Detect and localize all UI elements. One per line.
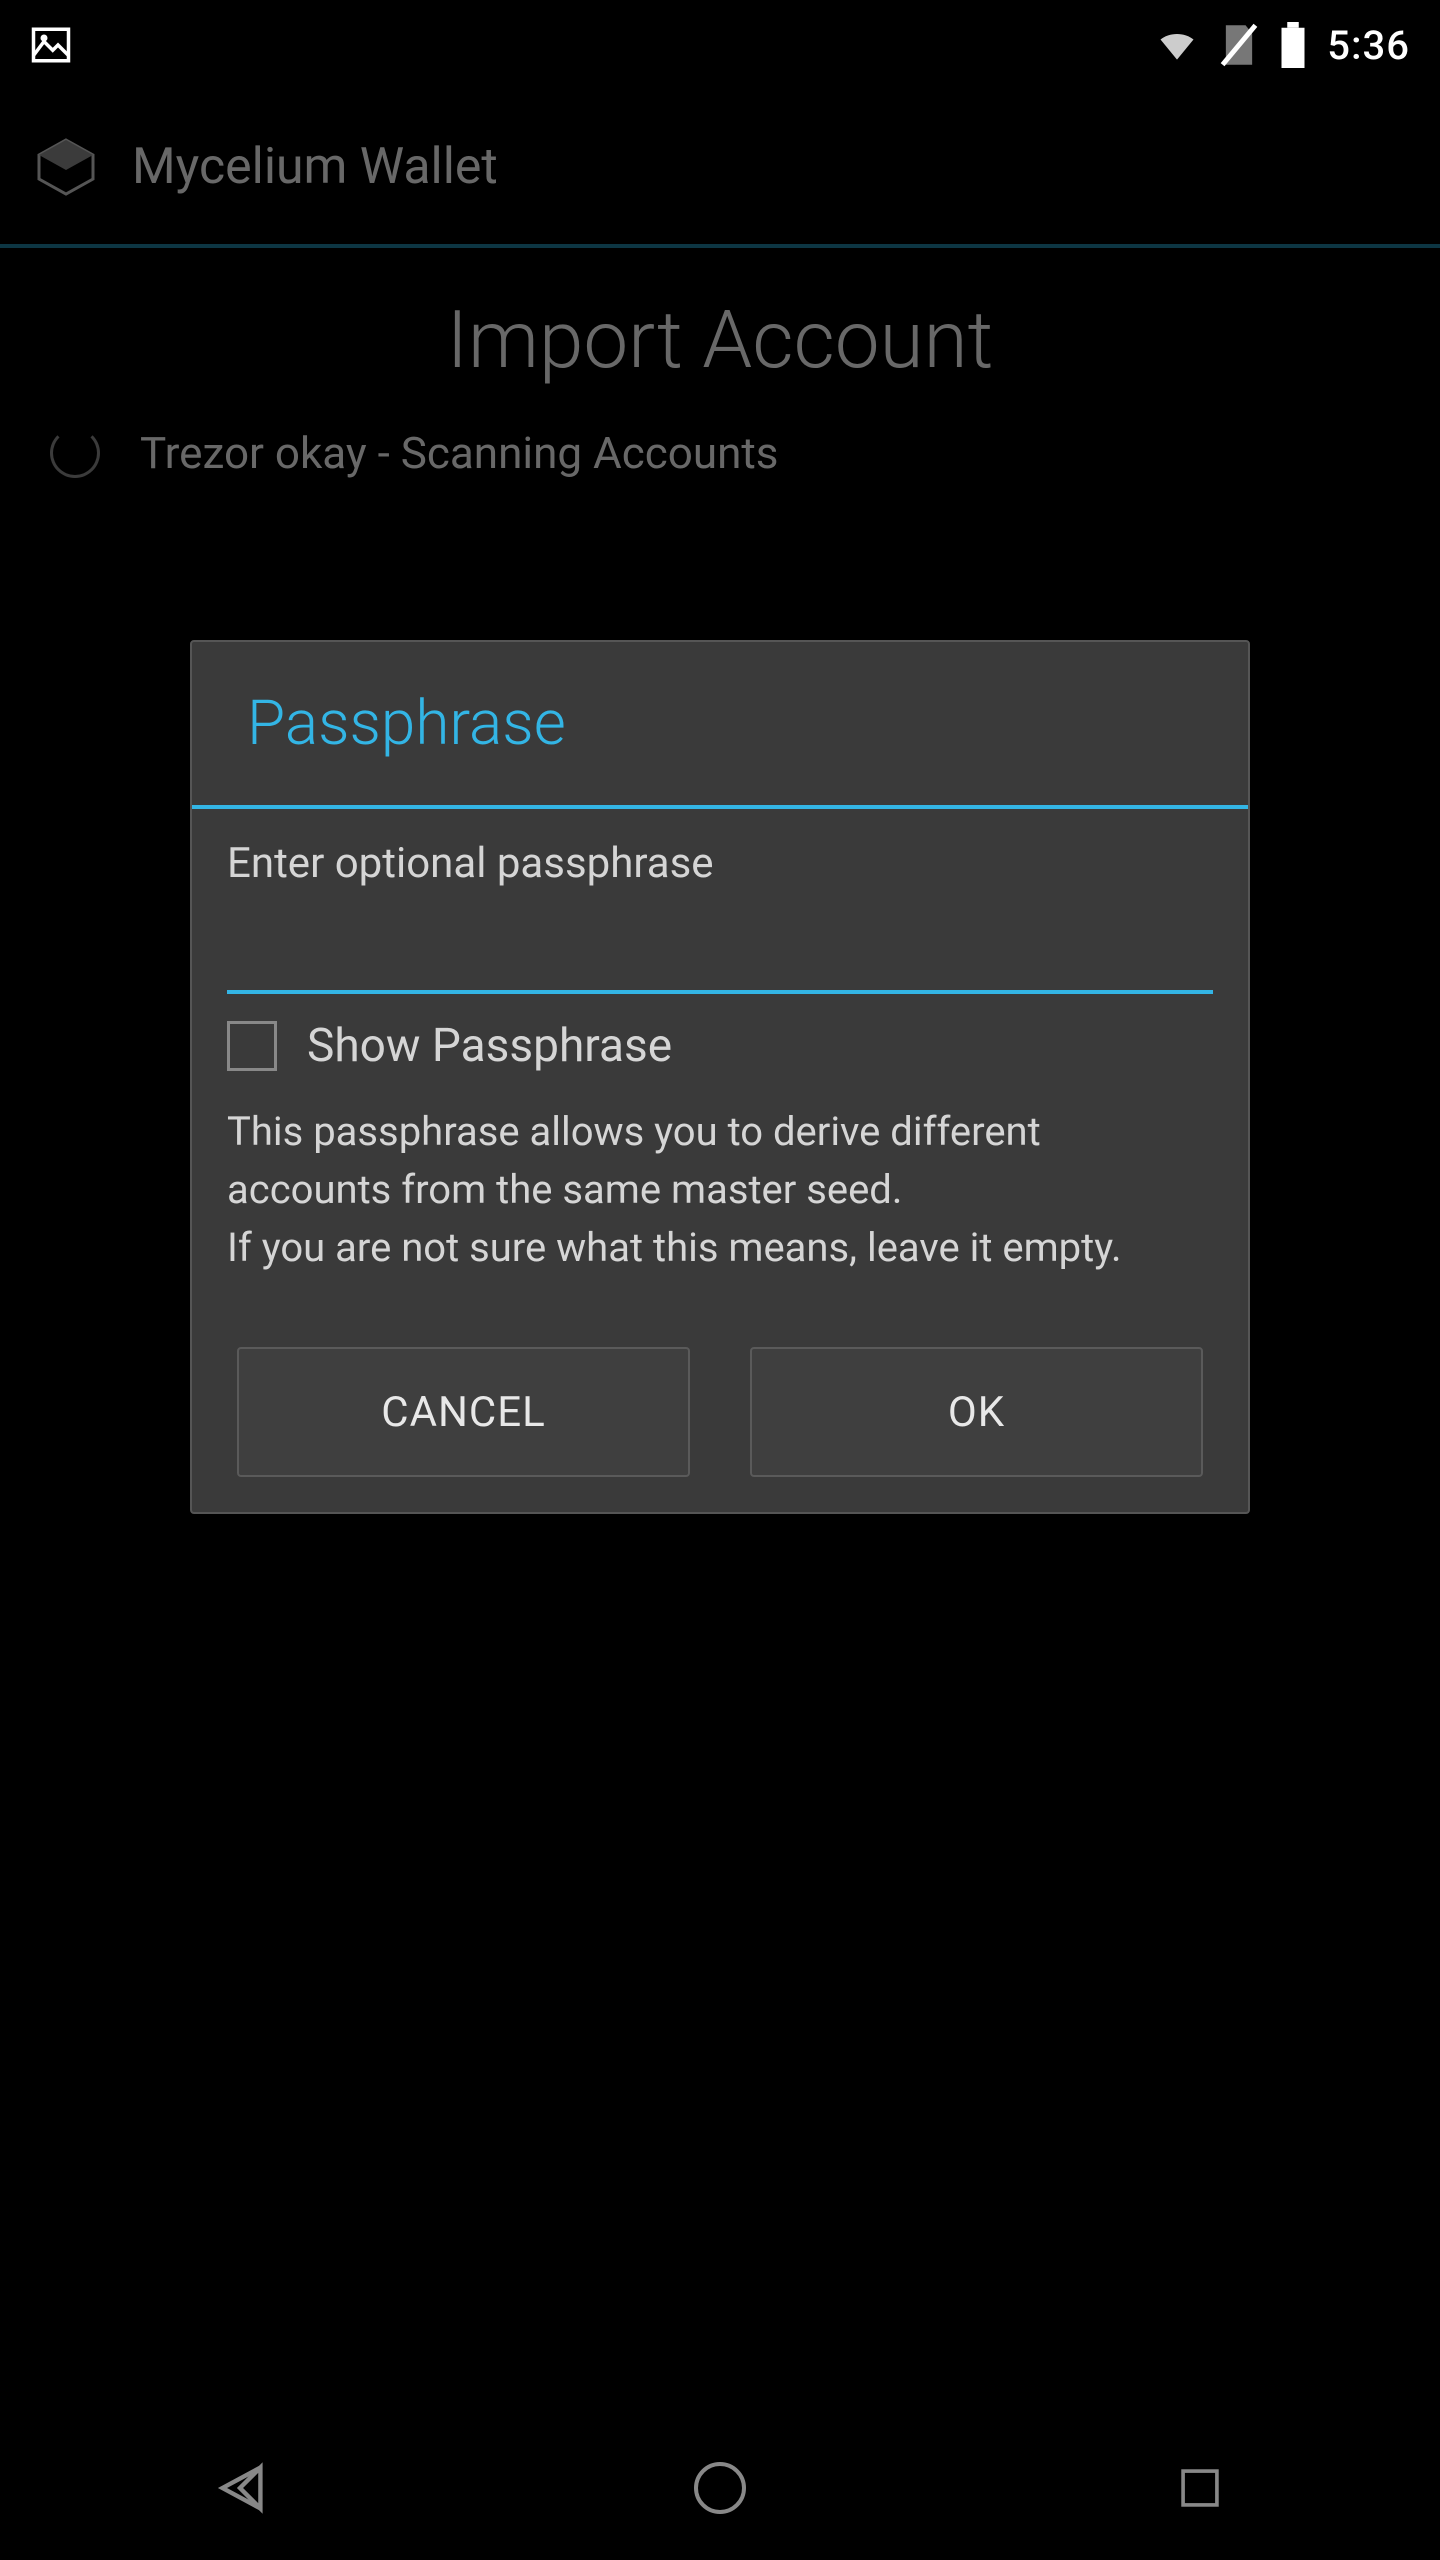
scanning-status-text: Trezor okay - Scanning Accounts bbox=[140, 427, 779, 479]
device-frame: 5:36 Mycelium Wallet Import Account Trez… bbox=[0, 0, 1440, 2560]
app-bar: Mycelium Wallet bbox=[0, 90, 1440, 248]
scanning-status-row: Trezor okay - Scanning Accounts bbox=[0, 417, 1440, 489]
app-title: Mycelium Wallet bbox=[132, 138, 498, 196]
status-bar: 5:36 bbox=[0, 0, 1440, 90]
dialog-body: Enter optional passphrase Show Passphras… bbox=[192, 809, 1248, 1512]
back-icon bbox=[205, 2453, 275, 2523]
status-clock: 5:36 bbox=[1327, 22, 1410, 69]
wifi-icon bbox=[1155, 23, 1199, 67]
navigation-bar bbox=[0, 2416, 1440, 2560]
show-passphrase-row[interactable]: Show Passphrase bbox=[227, 1019, 1213, 1073]
image-icon bbox=[30, 24, 72, 66]
recent-apps-icon bbox=[1171, 2459, 1229, 2517]
ok-button[interactable]: OK bbox=[750, 1347, 1203, 1477]
cancel-button[interactable]: CANCEL bbox=[237, 1347, 690, 1477]
battery-icon bbox=[1279, 22, 1307, 68]
no-sim-icon bbox=[1219, 22, 1259, 68]
dialog-button-row: CANCEL OK bbox=[227, 1347, 1213, 1477]
app-logo-icon bbox=[30, 131, 102, 203]
show-passphrase-label: Show Passphrase bbox=[307, 1019, 672, 1073]
show-passphrase-checkbox[interactable] bbox=[227, 1021, 277, 1071]
passphrase-input[interactable] bbox=[227, 908, 1213, 994]
nav-back-button[interactable] bbox=[185, 2433, 295, 2543]
passphrase-field-label: Enter optional passphrase bbox=[227, 839, 1213, 888]
home-icon bbox=[688, 2456, 752, 2520]
spinner-icon bbox=[50, 428, 100, 478]
dialog-description: This passphrase allows you to derive dif… bbox=[227, 1103, 1213, 1277]
passphrase-dialog: Passphrase Enter optional passphrase Sho… bbox=[190, 640, 1250, 1514]
nav-recent-button[interactable] bbox=[1145, 2433, 1255, 2543]
dialog-title: Passphrase bbox=[192, 642, 1248, 805]
page-title: Import Account bbox=[0, 248, 1440, 417]
nav-home-button[interactable] bbox=[665, 2433, 775, 2543]
